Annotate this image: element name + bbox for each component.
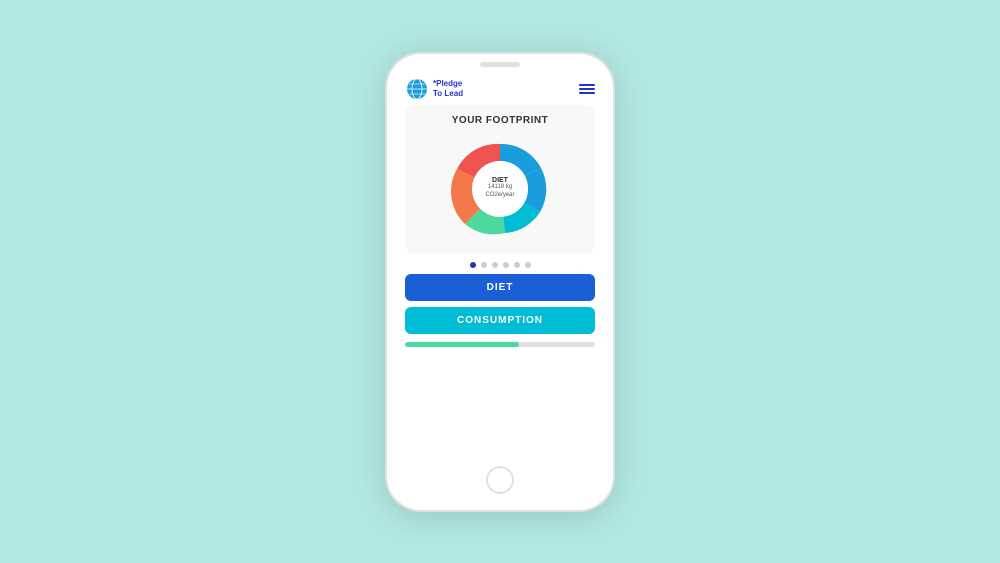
diet-button[interactable]: DIET — [405, 274, 595, 301]
logo-globe-icon — [405, 77, 429, 101]
logo-text: *Pledge To Lead — [433, 79, 463, 98]
home-button[interactable] — [486, 466, 514, 494]
phone-mockup: *Pledge To Lead YOUR FOOTPRINT — [385, 52, 615, 512]
progress-bar-fill — [405, 342, 519, 347]
carousel-dots — [395, 262, 605, 268]
phone-screen: *Pledge To Lead YOUR FOOTPRINT — [395, 71, 605, 460]
consumption-button[interactable]: CONSUMPTION — [405, 307, 595, 334]
logo: *Pledge To Lead — [405, 77, 463, 101]
card-title: YOUR FOOTPRINT — [452, 115, 548, 126]
dot-6[interactable] — [525, 262, 531, 268]
dot-5[interactable] — [514, 262, 520, 268]
dot-4[interactable] — [503, 262, 509, 268]
donut-center-label: DIET 14118 kg CO2e/year — [473, 161, 528, 216]
phone-bottom-bar — [486, 460, 514, 512]
donut-chart: DIET 14118 kg CO2e/year — [435, 134, 565, 244]
donut-category: DIET — [492, 177, 508, 184]
phone-top-bar — [385, 52, 615, 67]
donut-unit: CO2e/year — [485, 192, 514, 200]
dot-2[interactable] — [481, 262, 487, 268]
progress-bar — [405, 342, 595, 347]
donut-value: 14118 kg — [488, 184, 512, 192]
phone-speaker — [480, 62, 520, 67]
app-header: *Pledge To Lead — [395, 71, 605, 105]
dot-1[interactable] — [470, 262, 476, 268]
footprint-card: YOUR FOOTPRINT — [405, 105, 595, 254]
dot-3[interactable] — [492, 262, 498, 268]
hamburger-menu-icon[interactable] — [579, 84, 595, 94]
